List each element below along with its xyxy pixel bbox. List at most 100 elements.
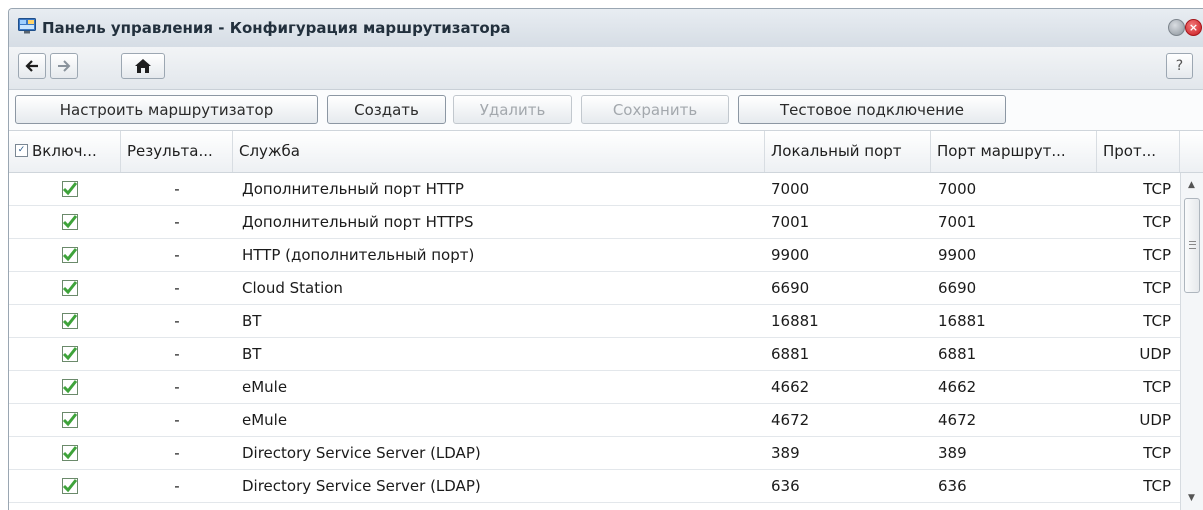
column-header-result[interactable]: Результа... xyxy=(121,131,233,172)
router-port-cell: 16881 xyxy=(938,312,986,330)
vertical-scrollbar[interactable]: ▲ ▼ xyxy=(1180,173,1203,510)
table-row[interactable]: - BT 16881 16881 TCP xyxy=(9,305,1180,338)
local-port-cell: 16881 xyxy=(771,312,819,330)
table-header: ✓ Включ... Результа... Служба Локальный п… xyxy=(9,131,1203,173)
router-port-cell: 6690 xyxy=(938,279,977,297)
back-button[interactable] xyxy=(18,53,46,79)
protocol-cell: UDP xyxy=(1139,345,1171,363)
local-port-cell: 7001 xyxy=(771,213,810,231)
local-port-cell: 4662 xyxy=(771,378,810,396)
protocol-cell: TCP xyxy=(1143,378,1171,396)
test-connection-button[interactable]: Тестовое подключение xyxy=(738,95,1006,124)
grip-icon xyxy=(1189,241,1196,249)
router-port-cell: 4672 xyxy=(938,411,977,429)
protocol-cell: TCP xyxy=(1143,213,1171,231)
table-row[interactable]: - Directory Service Server (LDAP) 636 63… xyxy=(9,470,1180,503)
checkbox-checked-icon[interactable] xyxy=(62,313,78,329)
service-cell: Directory Service Server (LDAP) xyxy=(242,477,481,495)
close-icon[interactable]: × xyxy=(1185,19,1202,36)
local-port-cell: 636 xyxy=(771,477,800,495)
protocol-cell: TCP xyxy=(1143,279,1171,297)
control-panel-icon xyxy=(18,18,36,34)
delete-button[interactable]: Удалить xyxy=(453,95,572,124)
scroll-down-icon[interactable]: ▼ xyxy=(1188,493,1195,503)
table-row[interactable]: - HTTP (дополнительный порт) 9900 9900 T… xyxy=(9,239,1180,272)
table-row[interactable]: - Cloud Station 6690 6690 TCP xyxy=(9,272,1180,305)
service-cell: Дополнительный порт HTTP xyxy=(242,180,464,198)
home-button[interactable] xyxy=(121,53,165,79)
table-row[interactable]: - Дополнительный порт HTTPS 7001 7001 TC… xyxy=(9,206,1180,239)
save-button[interactable]: Сохранить xyxy=(581,95,729,124)
service-cell: eMule xyxy=(242,378,288,396)
title-bar[interactable]: Панель управления - Конфигурация маршрут… xyxy=(9,9,1203,47)
column-header-local-port[interactable]: Локальный порт xyxy=(765,131,931,172)
service-cell: Дополнительный порт HTTPS xyxy=(242,213,474,231)
column-header-service[interactable]: Служба xyxy=(233,131,765,172)
service-cell: HTTP (дополнительный порт) xyxy=(242,246,475,264)
service-cell: eMule xyxy=(242,411,288,429)
result-cell: - xyxy=(174,312,180,330)
local-port-cell: 389 xyxy=(771,444,800,462)
result-cell: - xyxy=(174,180,180,198)
checkbox-checked-icon[interactable] xyxy=(62,478,78,494)
result-cell: - xyxy=(174,345,180,363)
home-icon xyxy=(135,59,151,73)
router-config-window: Панель управления - Конфигурация маршрут… xyxy=(8,8,1203,510)
column-header-enabled[interactable]: ✓ Включ... xyxy=(9,131,121,172)
column-header-spacer xyxy=(1180,131,1203,172)
router-port-cell: 7000 xyxy=(938,180,977,198)
table-row[interactable]: - eMule 4662 4662 TCP xyxy=(9,371,1180,404)
table-row[interactable]: - BT 6881 6881 UDP xyxy=(9,338,1180,371)
local-port-cell: 7000 xyxy=(771,180,810,198)
window-title: Панель управления - Конфигурация маршрут… xyxy=(42,19,511,37)
router-port-cell: 9900 xyxy=(938,246,977,264)
table-row[interactable]: - eMule 4672 4672 UDP xyxy=(9,404,1180,437)
forward-button[interactable] xyxy=(50,53,78,79)
router-port-cell: 636 xyxy=(938,477,967,495)
service-cell: Cloud Station xyxy=(242,279,343,297)
result-cell: - xyxy=(174,411,180,429)
protocol-cell: UDP xyxy=(1139,411,1171,429)
table-row[interactable]: - Дополнительный порт HTTP 7000 7000 TCP xyxy=(9,173,1180,206)
configure-router-button[interactable]: Настроить маршрутизатор xyxy=(15,95,318,124)
result-cell: - xyxy=(174,246,180,264)
checkbox-checked-icon[interactable] xyxy=(62,379,78,395)
column-header-router-port[interactable]: Порт маршрут... xyxy=(931,131,1097,172)
result-cell: - xyxy=(174,477,180,495)
local-port-cell: 6690 xyxy=(771,279,810,297)
protocol-cell: TCP xyxy=(1143,246,1171,264)
minimize-icon[interactable] xyxy=(1168,19,1185,36)
port-forwarding-table: - Дополнительный порт HTTP 7000 7000 TCP… xyxy=(9,173,1180,510)
arrow-right-icon xyxy=(58,60,71,72)
create-button[interactable]: Создать xyxy=(327,95,446,124)
checkbox-checked-icon[interactable] xyxy=(62,346,78,362)
result-cell: - xyxy=(174,444,180,462)
scroll-up-icon[interactable]: ▲ xyxy=(1188,180,1195,190)
table-row[interactable]: - Directory Service Server (LDAP) 389 38… xyxy=(9,437,1180,470)
router-port-cell: 389 xyxy=(938,444,967,462)
checkbox-checked-icon[interactable] xyxy=(62,412,78,428)
select-all-checkbox[interactable]: ✓ xyxy=(15,144,28,157)
checkbox-checked-icon[interactable] xyxy=(62,280,78,296)
service-cell: Directory Service Server (LDAP) xyxy=(242,444,481,462)
protocol-cell: TCP xyxy=(1143,444,1171,462)
router-port-cell: 7001 xyxy=(938,213,977,231)
router-port-cell: 4662 xyxy=(938,378,977,396)
checkbox-checked-icon[interactable] xyxy=(62,181,78,197)
arrow-left-icon xyxy=(25,60,38,72)
checkbox-checked-icon[interactable] xyxy=(62,247,78,263)
column-header-protocol[interactable]: Прот... xyxy=(1097,131,1180,172)
router-port-cell: 6881 xyxy=(938,345,977,363)
checkbox-checked-icon[interactable] xyxy=(62,214,78,230)
protocol-cell: TCP xyxy=(1143,180,1171,198)
result-cell: - xyxy=(174,279,180,297)
local-port-cell: 4672 xyxy=(771,411,810,429)
scrollbar-thumb[interactable] xyxy=(1184,198,1200,293)
protocol-cell: TCP xyxy=(1143,477,1171,495)
local-port-cell: 6881 xyxy=(771,345,810,363)
service-cell: BT xyxy=(242,345,262,363)
checkbox-checked-icon[interactable] xyxy=(62,445,78,461)
result-cell: - xyxy=(174,378,180,396)
local-port-cell: 9900 xyxy=(771,246,810,264)
help-button[interactable]: ? xyxy=(1166,53,1193,79)
